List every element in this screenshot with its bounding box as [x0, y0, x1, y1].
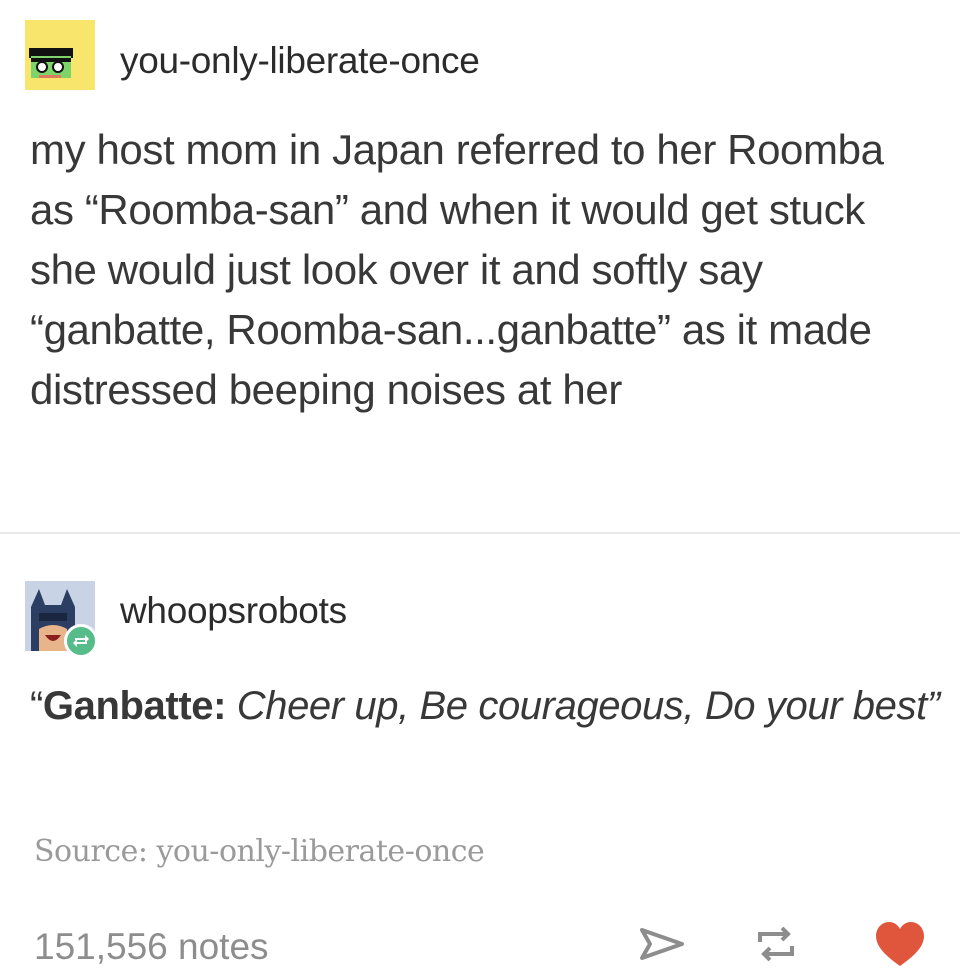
pixel-character-avatar-icon	[25, 20, 95, 90]
quote-text: “Ganbatte: Cheer up, Be courageous, Do y…	[30, 676, 940, 736]
quote-open-mark: “	[30, 684, 43, 728]
share-icon	[640, 928, 684, 960]
like-button[interactable]	[872, 916, 928, 972]
quote-definition: Cheer up, Be courageous, Do your best”	[236, 684, 940, 728]
notes-count[interactable]: 151,556 notes	[34, 926, 269, 968]
original-post: you-only-liberate-once my host mom in Ja…	[0, 0, 960, 532]
avatar[interactable]	[25, 20, 95, 90]
post-username[interactable]: you-only-liberate-once	[120, 40, 480, 82]
reblog-username[interactable]: whoopsrobots	[120, 590, 347, 632]
reblog-icon	[73, 635, 89, 647]
reblog-badge	[64, 624, 98, 658]
reblog-icon	[758, 926, 794, 962]
post-body-text: my host mom in Japan referred to her Roo…	[30, 126, 884, 413]
reblog-post: whoopsrobots “Ganbatte: Cheer up, Be cou…	[0, 534, 960, 972]
source-link[interactable]: Source: you-only-liberate-once	[34, 834, 485, 869]
reblog-button[interactable]	[748, 916, 804, 972]
quote-term: Ganbatte:	[42, 684, 227, 728]
heart-icon	[876, 922, 924, 966]
share-button[interactable]	[634, 916, 690, 972]
